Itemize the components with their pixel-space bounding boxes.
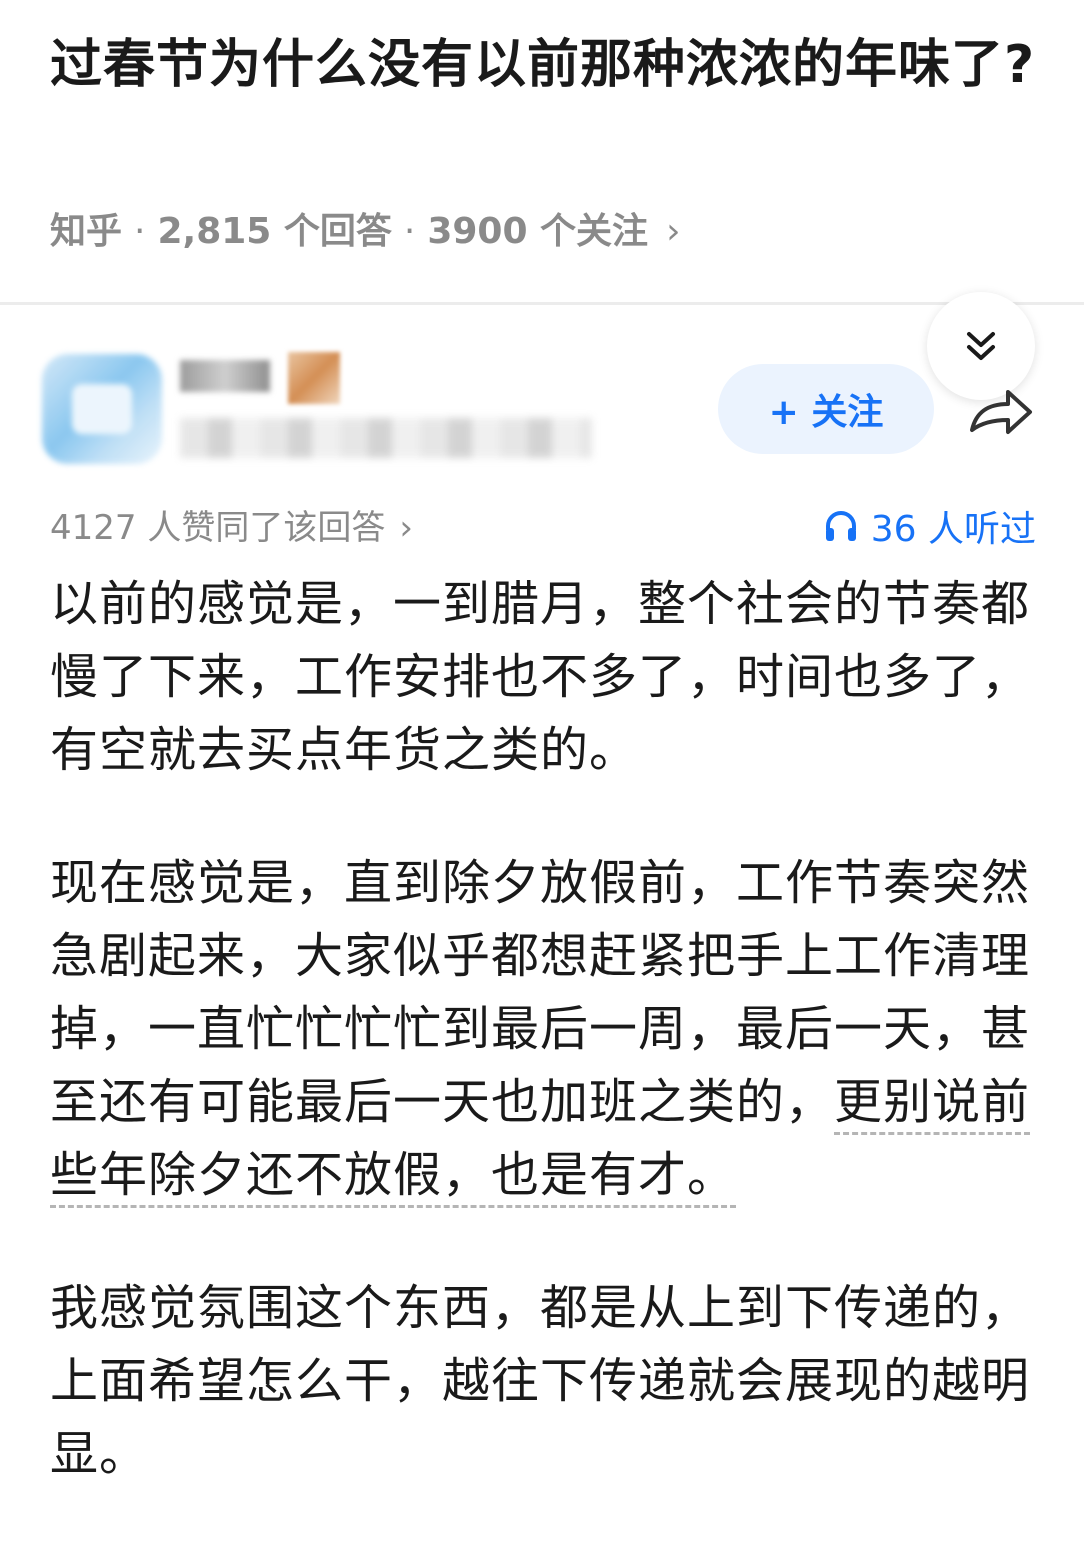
answer-paragraph: 我感觉氛围这个东西，都是从上到下传递的，上面希望怎么干，越往下传递就会展现的越明… bbox=[50, 1280, 1031, 1482]
chevron-right-icon: › bbox=[399, 508, 413, 548]
question-meta[interactable]: 知乎 · 2,815 个回答 · 3900 个关注 › bbox=[50, 202, 680, 254]
author-badge bbox=[288, 352, 340, 404]
meta-separator: · bbox=[403, 211, 416, 252]
meta-separator: · bbox=[134, 211, 146, 252]
author-avatar[interactable] bbox=[42, 354, 162, 464]
answer-paragraph: 现在感觉是，直到除夕放假前，工作节奏突然急剧起来，大家似乎都想赶紧把手上工作清理… bbox=[50, 847, 1040, 1212]
question-title[interactable]: 过春节为什么没有以前那种浓浓的年味了? bbox=[50, 28, 1040, 102]
answer-count: 2,815 个回答 bbox=[157, 211, 392, 252]
listened-count: 36 人听过 bbox=[870, 509, 1036, 550]
author-bio bbox=[180, 418, 592, 458]
voteup-info[interactable]: 4127 人赞同了该回答 › bbox=[50, 500, 413, 549]
source-label: 知乎 bbox=[50, 211, 123, 252]
answer-body: 以前的感觉是，一到腊月，整个社会的节奏都慢了下来，工作安排也不多了，时间也多了，… bbox=[50, 568, 1040, 1551]
double-chevron-down-icon bbox=[967, 332, 995, 360]
answer-paragraph: 以前的感觉是，一到腊月，整个社会的节奏都慢了下来，工作安排也不多了，时间也多了，… bbox=[50, 576, 1031, 778]
share-arrow-icon[interactable] bbox=[964, 382, 1036, 442]
listen-button[interactable]: 36 人听过 bbox=[823, 500, 1036, 552]
headphone-icon bbox=[825, 511, 856, 541]
voteup-text: 4127 人赞同了该回答 bbox=[50, 508, 386, 548]
follow-button[interactable]: + 关注 bbox=[718, 364, 934, 454]
section-divider bbox=[0, 302, 1084, 305]
follower-count: 3900 个关注 bbox=[427, 211, 649, 252]
chevron-right-icon: › bbox=[666, 211, 681, 252]
author-name[interactable] bbox=[180, 360, 270, 392]
